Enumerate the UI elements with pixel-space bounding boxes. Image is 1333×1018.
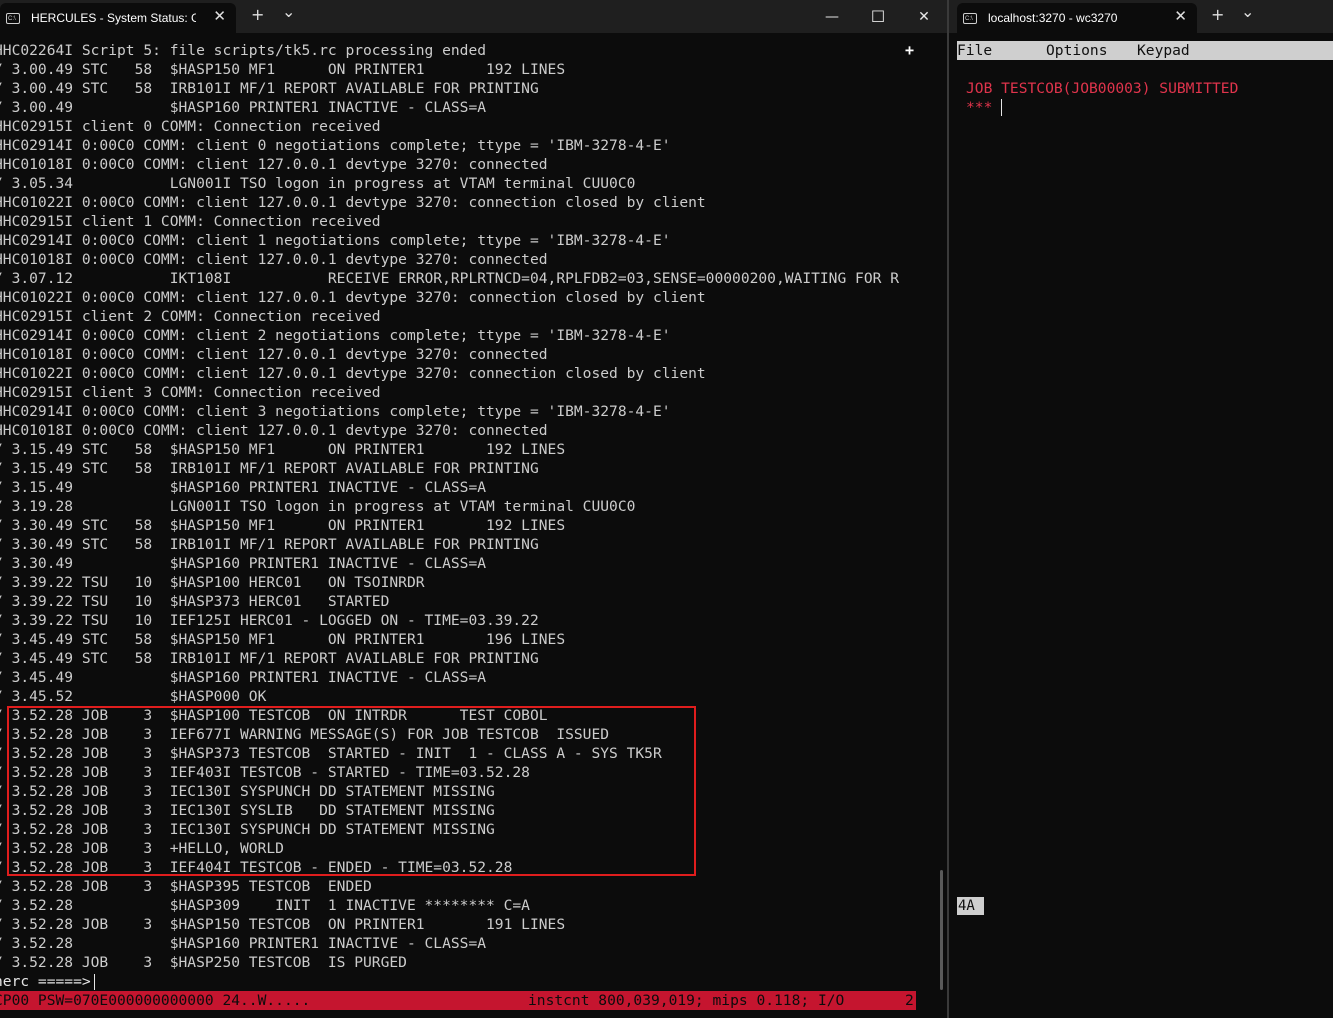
console-line: / 3.45.49 $HASP160 PRINTER1 INACTIVE - C… <box>0 669 487 686</box>
console-line: HHC02914I 0:00C0 COMM: client 3 negotiat… <box>0 403 671 420</box>
tab-close-icon[interactable]: ✕ <box>213 9 226 25</box>
console-line: HHC01022I 0:00C0 COMM: client 127.0.0.1 … <box>0 194 706 211</box>
tab-hercules[interactable]: C:\ HERCULES - System Status: GI ✕ <box>0 3 236 33</box>
job-output-highlight-box <box>7 706 696 876</box>
console-line: / 3.00.49 STC 58 $HASP150 MF1 ON PRINTER… <box>0 61 566 78</box>
wc3270-window: C:\ localhost:3270 - wc3270 ✕ + ⌄ File O… <box>949 0 1333 1018</box>
console-line: / 3.30.49 $HASP160 PRINTER1 INACTIVE - C… <box>0 555 487 572</box>
console-line: / 3.52.28 JOB 3 $HASP150 TESTCOB ON PRIN… <box>0 916 566 933</box>
title-bar: C:\ HERCULES - System Status: GI ✕ + ⌄ —… <box>0 0 947 33</box>
maximize-icon[interactable]: ☐ <box>855 0 901 33</box>
console-line: / 3.39.22 TSU 10 $HASP100 HERC01 ON TSOI… <box>0 574 425 591</box>
console-line: HHC02914I 0:00C0 COMM: client 0 negotiat… <box>0 137 671 154</box>
status-io: 2 <box>905 992 914 1009</box>
console-line: HHC01018I 0:00C0 COMM: client 127.0.0.1 … <box>0 156 548 173</box>
console-line: HHC01018I 0:00C0 COMM: client 127.0.0.1 … <box>0 251 548 268</box>
console-line: / 3.52.28 $HASP309 INIT 1 INACTIVE *****… <box>0 897 530 914</box>
console-line: HHC02915I client 0 COMM: Connection rece… <box>0 118 381 135</box>
console-line: / 3.00.49 $HASP160 PRINTER1 INACTIVE - C… <box>0 99 487 116</box>
window-close-icon[interactable]: ✕ <box>901 0 947 33</box>
terminal-icon: C:\ <box>6 12 20 24</box>
text-cursor <box>93 974 95 990</box>
tab-close-icon[interactable]: ✕ <box>1174 9 1187 25</box>
menu-options[interactable]: Options <box>1046 41 1108 60</box>
tab-title: localhost:3270 - wc3270 <box>988 11 1118 25</box>
console-line: / 3.05.34 LGN001I TSO logon in progress … <box>0 175 636 192</box>
menu-file[interactable]: File <box>957 41 992 60</box>
job-submitted-message: JOB TESTCOB(JOB00003) SUBMITTED <box>966 80 1239 97</box>
console-line: / 3.15.49 STC 58 IRB101I MF/1 REPORT AVA… <box>0 460 539 477</box>
console-line: HHC02915I client 2 COMM: Connection rece… <box>0 308 381 325</box>
console-line: / 3.15.49 STC 58 $HASP150 MF1 ON PRINTER… <box>0 441 566 458</box>
console-line: HHC01022I 0:00C0 COMM: client 127.0.0.1 … <box>0 289 706 306</box>
console-line: / 3.07.12 IKT108I RECEIVE ERROR,RPLRTNCD… <box>0 270 899 287</box>
status-bar: CP00 PSW=070E000000000000 24..W..... ins… <box>0 991 916 1010</box>
menu-bar: File Options Keypad <box>957 41 1333 60</box>
console-line: HHC01018I 0:00C0 COMM: client 127.0.0.1 … <box>0 346 548 363</box>
console-line: HHC02915I client 1 COMM: Connection rece… <box>0 213 381 230</box>
console-line: HHC02914I 0:00C0 COMM: client 2 negotiat… <box>0 327 671 344</box>
tab-title: HERCULES - System Status: GI <box>31 11 196 25</box>
minimize-icon[interactable]: — <box>809 0 855 33</box>
text-cursor <box>1001 99 1002 116</box>
dropdown-icon[interactable]: ⌄ <box>282 3 295 21</box>
console-line: / 3.45.52 $HASP000 OK <box>0 688 267 705</box>
prompt-label: herc =====> <box>0 973 91 990</box>
console-line: / 3.52.28 JOB 3 $HASP250 TESTCOB IS PURG… <box>0 954 407 971</box>
status-psw: CP00 PSW=070E000000000000 24..W..... <box>0 992 311 1009</box>
console-line: HHC01018I 0:00C0 COMM: client 127.0.0.1 … <box>0 422 548 439</box>
menu-keypad[interactable]: Keypad <box>1137 41 1190 60</box>
console-line: / 3.45.49 STC 58 $HASP150 MF1 ON PRINTER… <box>0 631 566 648</box>
title-bar-right: C:\ localhost:3270 - wc3270 ✕ + ⌄ <box>949 0 1333 33</box>
console-line: / 3.30.49 STC 58 IRB101I MF/1 REPORT AVA… <box>0 536 539 553</box>
command-prompt[interactable]: herc =====> <box>0 972 95 991</box>
console-line: / 3.30.49 STC 58 $HASP150 MF1 ON PRINTER… <box>0 517 566 534</box>
terminal-icon: C:\ <box>963 12 977 24</box>
oia-indicator: 4A <box>957 897 984 915</box>
dropdown-icon[interactable]: ⌄ <box>1241 3 1254 21</box>
console-line: / 3.52.28 JOB 3 $HASP395 TESTCOB ENDED <box>0 878 372 895</box>
console-line: / 3.52.28 $HASP160 PRINTER1 INACTIVE - C… <box>0 935 487 952</box>
console-line: / 3.45.49 STC 58 IRB101I MF/1 REPORT AVA… <box>0 650 539 667</box>
console-line: / 3.19.28 LGN001I TSO logon in progress … <box>0 498 636 515</box>
new-tab-icon[interactable]: + <box>1211 6 1224 24</box>
console-line: / 3.00.49 STC 58 IRB101I MF/1 REPORT AVA… <box>0 80 539 97</box>
tab-wc3270[interactable]: C:\ localhost:3270 - wc3270 ✕ <box>957 3 1197 33</box>
prompt-stars: *** <box>966 99 993 116</box>
console-line: HHC02915I client 3 COMM: Connection rece… <box>0 384 381 401</box>
console-line: / 3.39.22 TSU 10 IEF125I HERC01 - LOGGED… <box>0 612 539 629</box>
console-line: / 3.39.22 TSU 10 $HASP373 HERC01 STARTED <box>0 593 390 610</box>
console-line: HHC01022I 0:00C0 COMM: client 127.0.0.1 … <box>0 365 706 382</box>
console-line: HHC02914I 0:00C0 COMM: client 1 negotiat… <box>0 232 671 249</box>
scroll-marker: + <box>905 41 915 59</box>
console-line: / 3.15.49 $HASP160 PRINTER1 INACTIVE - C… <box>0 479 487 496</box>
console-line: HHC02264I Script 5: file scripts/tk5.rc … <box>0 42 487 59</box>
scrollbar[interactable] <box>940 870 943 990</box>
hercules-console-window: C:\ HERCULES - System Status: GI ✕ + ⌄ —… <box>0 0 947 1018</box>
new-tab-icon[interactable]: + <box>251 6 264 24</box>
status-instcnt: instcnt 800,039,019; mips 0.118; I/O <box>528 992 845 1009</box>
